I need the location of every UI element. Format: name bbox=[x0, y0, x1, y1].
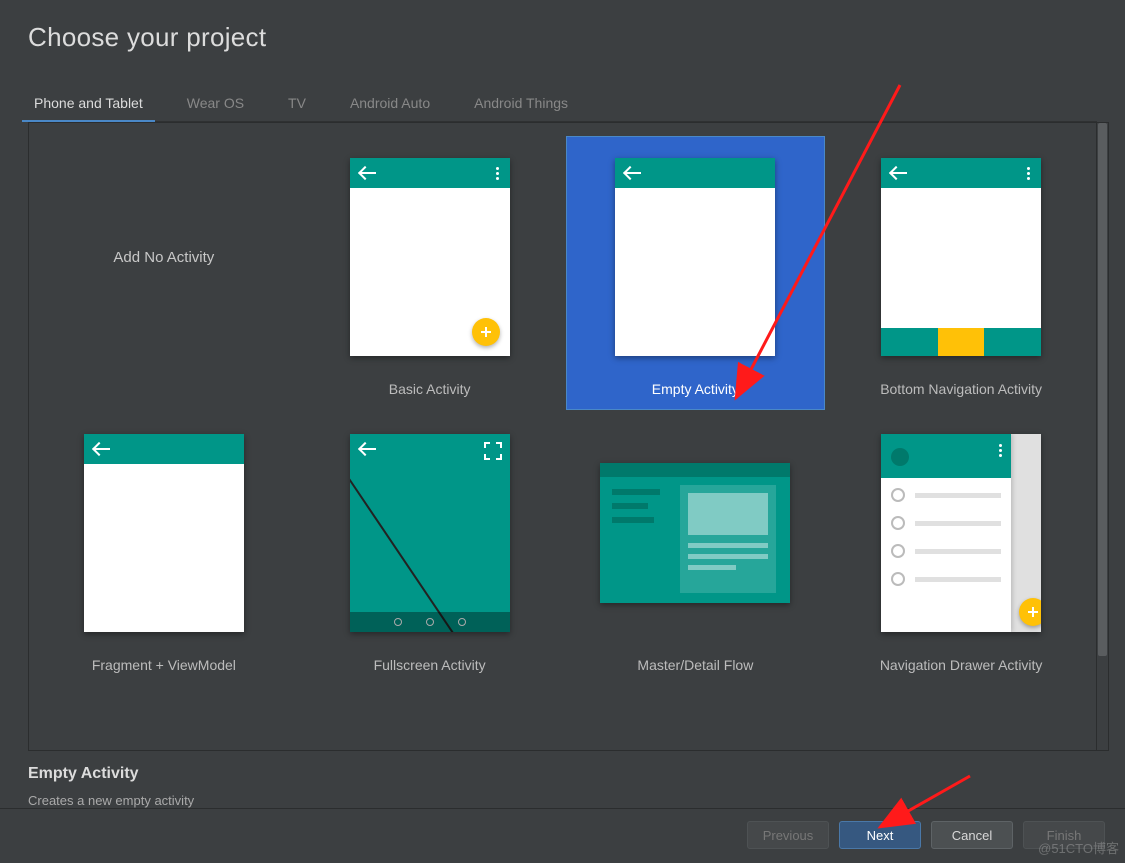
template-master-detail-flow[interactable]: Master/Detail Flow bbox=[567, 413, 825, 685]
fab-icon bbox=[472, 318, 500, 346]
template-fragment-viewmodel[interactable]: Fragment + ViewModel bbox=[35, 413, 293, 685]
back-arrow-icon bbox=[360, 443, 376, 455]
template-label: Master/Detail Flow bbox=[571, 649, 821, 681]
wizard-footer: Previous Next Cancel Finish bbox=[0, 808, 1125, 863]
template-navigation-drawer-activity[interactable]: Navigation Drawer Activity bbox=[832, 413, 1090, 685]
template-label: Add No Activity bbox=[113, 249, 214, 266]
description-text: Creates a new empty activity bbox=[28, 793, 1097, 808]
next-button[interactable]: Next bbox=[839, 821, 921, 849]
fab-icon bbox=[1019, 598, 1041, 626]
tab-android-auto[interactable]: Android Auto bbox=[344, 89, 436, 121]
gallery-scrollbar[interactable] bbox=[1096, 123, 1108, 750]
template-add-no-activity[interactable]: Add No Activity . bbox=[35, 137, 293, 409]
template-preview-icon bbox=[350, 158, 510, 356]
scrollbar-thumb[interactable] bbox=[1098, 123, 1107, 656]
template-preview-icon bbox=[881, 434, 1041, 632]
previous-button: Previous bbox=[747, 821, 829, 849]
template-preview-icon bbox=[600, 463, 790, 603]
overflow-menu-icon bbox=[1027, 167, 1031, 180]
template-gallery: Add No Activity . Basic Activity bbox=[29, 123, 1096, 750]
finish-button: Finish bbox=[1023, 821, 1105, 849]
template-preview-icon bbox=[615, 158, 775, 356]
template-label: Empty Activity bbox=[571, 373, 821, 405]
template-label: Bottom Navigation Activity bbox=[836, 373, 1086, 405]
overflow-menu-icon bbox=[999, 444, 1003, 457]
tab-tv[interactable]: TV bbox=[282, 89, 312, 121]
cancel-button[interactable]: Cancel bbox=[931, 821, 1013, 849]
tab-android-things[interactable]: Android Things bbox=[468, 89, 574, 121]
template-preview-icon bbox=[350, 434, 510, 632]
template-category-tabs: Phone and Tablet Wear OS TV Android Auto… bbox=[28, 89, 1097, 122]
template-preview-icon bbox=[84, 434, 244, 632]
template-label: Navigation Drawer Activity bbox=[836, 649, 1086, 681]
system-bar-icon bbox=[350, 612, 510, 632]
template-fullscreen-activity[interactable]: Fullscreen Activity bbox=[301, 413, 559, 685]
back-arrow-icon bbox=[360, 167, 376, 179]
back-arrow-icon bbox=[94, 443, 110, 455]
template-basic-activity[interactable]: Basic Activity bbox=[301, 137, 559, 409]
template-bottom-navigation-activity[interactable]: Bottom Navigation Activity bbox=[832, 137, 1090, 409]
template-label: Fragment + ViewModel bbox=[39, 649, 289, 681]
template-label: Basic Activity bbox=[305, 373, 555, 405]
template-preview-icon bbox=[881, 158, 1041, 356]
overflow-menu-icon bbox=[496, 167, 500, 180]
tab-phone-and-tablet[interactable]: Phone and Tablet bbox=[28, 89, 149, 121]
bottom-nav-icon bbox=[881, 328, 1041, 356]
template-description: Empty Activity Creates a new empty activ… bbox=[0, 751, 1125, 808]
fullscreen-icon bbox=[484, 442, 502, 460]
template-empty-activity[interactable]: Empty Activity bbox=[567, 137, 825, 409]
avatar-icon bbox=[891, 448, 909, 466]
tab-wear-os[interactable]: Wear OS bbox=[181, 89, 250, 121]
description-title: Empty Activity bbox=[28, 765, 1097, 783]
back-arrow-icon bbox=[891, 167, 907, 179]
page-title: Choose your project bbox=[0, 0, 1125, 53]
template-label: Fullscreen Activity bbox=[305, 649, 555, 681]
back-arrow-icon bbox=[625, 167, 641, 179]
